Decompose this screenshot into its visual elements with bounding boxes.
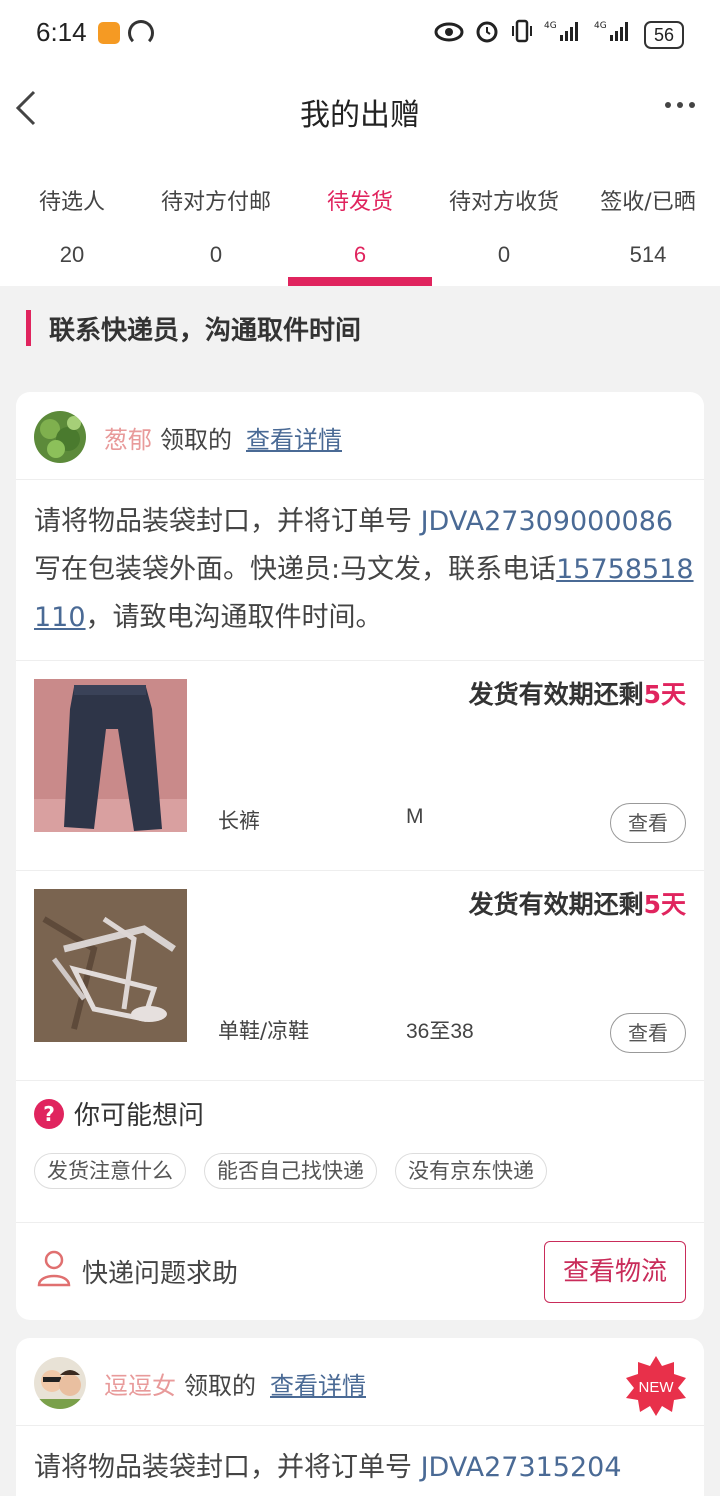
tab-signed-shared[interactable]: 签收/已晒 514 bbox=[576, 158, 720, 286]
active-tab-indicator bbox=[288, 277, 432, 286]
shipping-instructions: 请将物品装袋封口，并将订单号 JDVA27309000086 写在包装袋外面。快… bbox=[34, 498, 694, 642]
order-card: 葱郁 领取的 查看详情 请将物品装袋封口，并将订单号 JDVA273090000… bbox=[16, 392, 704, 1320]
more-button[interactable] bbox=[664, 84, 696, 124]
order-card-header: 葱郁 领取的 查看详情 bbox=[16, 392, 704, 480]
deadline-value: 5天 bbox=[643, 680, 686, 709]
section-title: 联系快递员，沟通取件时间 bbox=[49, 315, 362, 346]
faq-title: ? 你可能想问 bbox=[34, 1095, 204, 1132]
tab-count: 20 bbox=[59, 242, 85, 267]
deadline-value: 5天 bbox=[643, 890, 686, 919]
order-number[interactable]: JDVA27309000086 bbox=[421, 506, 673, 537]
alarm-icon bbox=[474, 18, 500, 51]
item-thumbnail[interactable] bbox=[34, 679, 187, 832]
question-icon: ? bbox=[34, 1098, 64, 1129]
speed-notification-icon bbox=[128, 20, 154, 46]
app-notification-icon bbox=[98, 22, 120, 44]
tab-count: 514 bbox=[629, 242, 667, 267]
faq-chip[interactable]: 发货注意什么 bbox=[34, 1153, 186, 1189]
status-icons: 4G 4G 56 bbox=[434, 18, 684, 51]
view-item-button[interactable]: 查看 bbox=[610, 803, 686, 843]
tab-pending-shipment[interactable]: 待发货 6 bbox=[288, 158, 432, 286]
item-category: 长裤 bbox=[218, 809, 260, 833]
faq-section: ? 你可能想问 发货注意什么 能否自己找快递 没有京东快递 bbox=[16, 1080, 704, 1222]
avatar[interactable] bbox=[34, 411, 86, 463]
nav-bar: 我的出赠 bbox=[0, 68, 720, 158]
eye-icon bbox=[434, 20, 464, 50]
signal-4g-icon: 4G bbox=[544, 19, 584, 50]
order-number[interactable]: JDVA27315204 bbox=[421, 1452, 622, 1483]
claimer-name[interactable]: 葱郁 bbox=[104, 420, 152, 455]
avatar[interactable] bbox=[34, 1357, 86, 1409]
section-accent-bar bbox=[26, 310, 31, 346]
person-icon bbox=[36, 1249, 72, 1287]
claimer-name[interactable]: 逗逗女 bbox=[104, 1366, 176, 1401]
item-size: M bbox=[406, 805, 424, 828]
list-item: 发货有效期还剩5天 单鞋/凉鞋 36至38 查看 bbox=[16, 870, 704, 1080]
faq-chip[interactable]: 能否自己找快递 bbox=[204, 1153, 377, 1189]
page-title: 我的出赠 bbox=[300, 98, 420, 133]
section-header: 联系快递员，沟通取件时间 bbox=[26, 309, 361, 347]
tab-label: 待对方收货 bbox=[448, 190, 559, 215]
order-card: 逗逗女 领取的 查看详情 NEW 请将物品装袋封口，并将订单号 JDVA2731… bbox=[16, 1338, 704, 1496]
item-category: 单鞋/凉鞋 bbox=[218, 1019, 310, 1043]
deadline-label: 发货有效期还剩 bbox=[468, 890, 644, 919]
vibrate-icon bbox=[510, 18, 534, 51]
tab-label: 待发货 bbox=[326, 190, 393, 215]
instruction-text: 写在包装袋外面。快递员:马文发，联系电话 bbox=[34, 554, 557, 585]
faq-title-text: 你可能想问 bbox=[74, 1101, 205, 1131]
shipping-instructions: 请将物品装袋封口，并将订单号 JDVA27315204 bbox=[34, 1444, 694, 1492]
tab-count: 6 bbox=[353, 242, 367, 267]
signal-4g-icon: 4G bbox=[594, 19, 634, 50]
new-badge-icon: NEW bbox=[626, 1356, 686, 1416]
claimed-label: 领取的 bbox=[184, 1372, 256, 1400]
tab-pending-receipt[interactable]: 待对方收货 0 bbox=[432, 158, 576, 286]
shipping-deadline: 发货有效期还剩5天 bbox=[469, 885, 686, 921]
item-thumbnail[interactable] bbox=[34, 889, 187, 1042]
svg-text:4G: 4G bbox=[594, 21, 607, 31]
item-size: 36至38 bbox=[406, 1020, 474, 1043]
status-tabs: 待选人 20 待对方付邮 0 待发货 6 待对方收货 0 签收/已晒 514 bbox=[0, 158, 720, 286]
track-shipment-button[interactable]: 查看物流 bbox=[544, 1241, 686, 1303]
order-card-header: 逗逗女 领取的 查看详情 NEW bbox=[16, 1338, 704, 1426]
tab-count: 0 bbox=[209, 242, 223, 267]
status-bar: 6:14 4G 4G 56 bbox=[0, 0, 720, 68]
svg-text:4G: 4G bbox=[544, 21, 557, 31]
view-item-button[interactable]: 查看 bbox=[610, 1013, 686, 1053]
tab-label: 待选人 bbox=[38, 190, 105, 215]
tab-count: 0 bbox=[497, 242, 511, 267]
view-details-link[interactable]: 查看详情 bbox=[246, 420, 342, 455]
help-row: 快递问题求助 查看物流 bbox=[16, 1222, 704, 1320]
view-details-link[interactable]: 查看详情 bbox=[270, 1366, 366, 1401]
faq-chips: 发货注意什么 能否自己找快递 没有京东快递 bbox=[34, 1153, 547, 1189]
new-badge-label: NEW bbox=[639, 1379, 675, 1396]
tab-label: 签收/已晒 bbox=[600, 190, 696, 215]
shipping-deadline: 发货有效期还剩5天 bbox=[469, 675, 686, 711]
faq-chip[interactable]: 没有京东快递 bbox=[395, 1153, 547, 1189]
status-time: 6:14 bbox=[36, 17, 87, 47]
tab-pending-selection[interactable]: 待选人 20 bbox=[0, 158, 144, 286]
claimed-label: 领取的 bbox=[160, 426, 232, 454]
tab-label: 待对方付邮 bbox=[160, 190, 271, 215]
tab-pending-postage[interactable]: 待对方付邮 0 bbox=[144, 158, 288, 286]
instruction-text: ，请致电沟通取件时间。 bbox=[85, 602, 383, 633]
more-dots-icon bbox=[665, 102, 695, 108]
courier-help-link[interactable]: 快递问题求助 bbox=[82, 1253, 238, 1290]
list-item: 发货有效期还剩5天 长裤 M 查看 bbox=[16, 660, 704, 870]
instruction-text: 请将物品装袋封口，并将订单号 bbox=[34, 506, 421, 537]
deadline-label: 发货有效期还剩 bbox=[468, 680, 644, 709]
battery-indicator: 56 bbox=[643, 20, 684, 49]
instruction-text: 请将物品装袋封口，并将订单号 bbox=[34, 1452, 421, 1483]
